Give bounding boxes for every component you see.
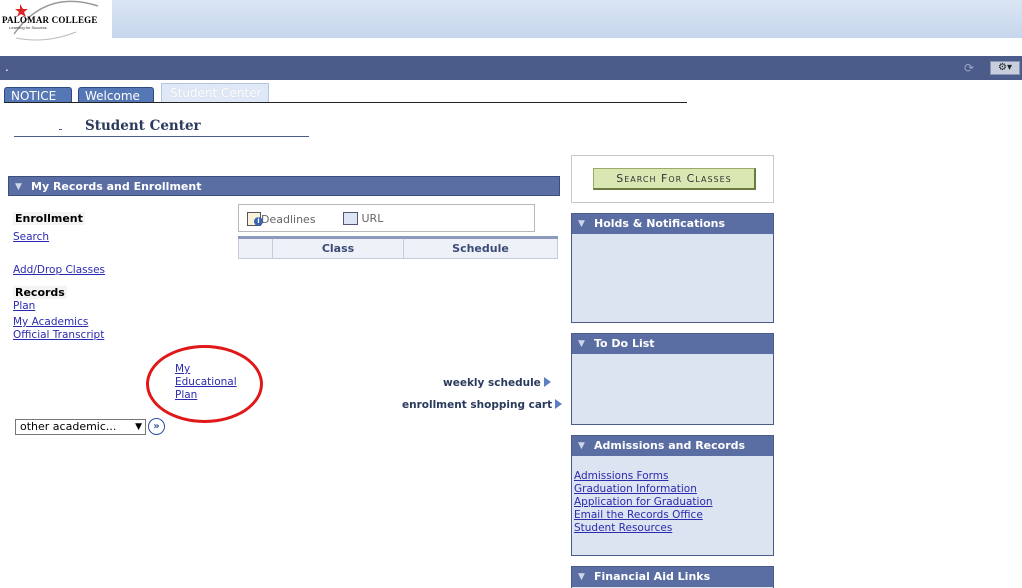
holds-header[interactable]: ▼ Holds & Notifications <box>572 214 773 234</box>
url-label: URL <box>361 212 384 225</box>
collapse-icon[interactable]: ▼ <box>578 214 585 234</box>
admissions-title: Admissions and Records <box>594 439 746 452</box>
student-resources-link[interactable]: Student Resources <box>574 522 771 535</box>
search-for-classes-button[interactable]: Search For Classes <box>593 168 756 190</box>
records-section-header[interactable]: ▼ My Records and Enrollment <box>8 176 560 196</box>
admissions-links: Admissions Forms Graduation Information … <box>572 456 773 535</box>
gear-menu-icon[interactable]: ⚙▾ <box>990 61 1020 75</box>
tab-student-center[interactable]: Student Center <box>161 83 269 103</box>
search-link[interactable]: Search <box>13 231 49 243</box>
finaid-title: Financial Aid Links <box>594 570 711 583</box>
schedule-table: Class Schedule <box>238 236 558 259</box>
deadlines-label: Deadlines <box>261 213 316 226</box>
logo-text: PALOMAR COLLEGE <box>2 15 98 25</box>
my-academics-link[interactable]: My Academics <box>13 316 88 328</box>
records-label: Records <box>13 286 67 299</box>
add-drop-link[interactable]: Add/Drop Classes <box>13 264 105 276</box>
collapse-icon[interactable]: ▼ <box>578 334 585 354</box>
go-button[interactable]: » <box>148 418 165 435</box>
page-title: Student Center <box>85 118 201 134</box>
weekly-schedule-link[interactable]: weekly schedule <box>443 377 551 389</box>
plan-link[interactable]: Plan <box>13 300 35 312</box>
tab-welcome[interactable]: Welcome <box>78 87 154 103</box>
banner-fill <box>112 0 1022 38</box>
collapse-icon[interactable]: ▼ <box>578 436 585 456</box>
todo-box: ▼ To Do List <box>571 333 774 425</box>
weekly-schedule-label: weekly schedule <box>443 377 541 389</box>
select-value: other academic... <box>20 420 117 433</box>
title-underline <box>14 136 309 137</box>
todo-header[interactable]: ▼ To Do List <box>572 334 773 354</box>
holds-title: Holds & Notifications <box>594 217 726 230</box>
email-records-link[interactable]: Email the Records Office <box>574 509 771 522</box>
admissions-forms-link[interactable]: Admissions Forms <box>574 470 771 483</box>
other-academic-select[interactable]: other academic... ▼ <box>15 419 146 435</box>
shopping-cart-label: enrollment shopping cart <box>402 399 553 411</box>
graduation-info-link[interactable]: Graduation Information <box>574 483 771 496</box>
url-link[interactable]: URL <box>343 212 383 225</box>
logo-tagline: Learning for Success <box>9 25 47 30</box>
title-tick <box>59 129 62 130</box>
records-section-title: My Records and Enrollment <box>31 180 202 193</box>
arrow-right-icon <box>543 377 551 387</box>
tab-notice[interactable]: NOTICE <box>4 87 72 103</box>
finaid-header[interactable]: ▼ Financial Aid Links <box>572 567 773 587</box>
transcript-link[interactable]: Official Transcript <box>13 329 104 341</box>
holds-box: ▼ Holds & Notifications <box>571 213 774 323</box>
palomar-logo: PALOMAR COLLEGE Learning for Success <box>0 0 112 41</box>
graduation-application-link[interactable]: Application for Graduation <box>574 496 771 509</box>
table-header-class: Class <box>272 237 404 259</box>
top-banner: PALOMAR COLLEGE Learning for Success <box>0 0 1022 41</box>
bar-text: . <box>5 60 9 74</box>
deadlines-link[interactable]: Deadlines <box>247 212 316 226</box>
todo-title: To Do List <box>594 337 655 350</box>
admissions-header[interactable]: ▼ Admissions and Records <box>572 436 773 456</box>
admissions-box: ▼ Admissions and Records Admissions Form… <box>571 435 774 556</box>
deadlines-box: Deadlines URL <box>238 204 535 232</box>
pagelet-bar: . ⟳ ⚙▾ <box>0 56 1022 80</box>
collapse-icon[interactable]: ▼ <box>578 567 585 587</box>
enrollment-label: Enrollment <box>13 212 85 225</box>
chevron-down-icon: ▼ <box>135 422 142 432</box>
highlight-circle <box>146 345 263 423</box>
table-header-blank <box>238 237 273 259</box>
calendar-icon <box>247 212 263 226</box>
tab-underline <box>4 102 687 103</box>
search-box: Search For Classes <box>571 155 774 203</box>
finaid-box: ▼ Financial Aid Links <box>571 566 774 588</box>
shopping-cart-link[interactable]: enrollment shopping cart <box>402 399 563 411</box>
table-header-schedule: Schedule <box>403 237 558 259</box>
refresh-icon[interactable]: ⟳ <box>964 61 978 75</box>
arrow-right-icon <box>555 399 563 409</box>
collapse-icon[interactable]: ▼ <box>15 177 22 197</box>
url-icon <box>343 212 358 225</box>
